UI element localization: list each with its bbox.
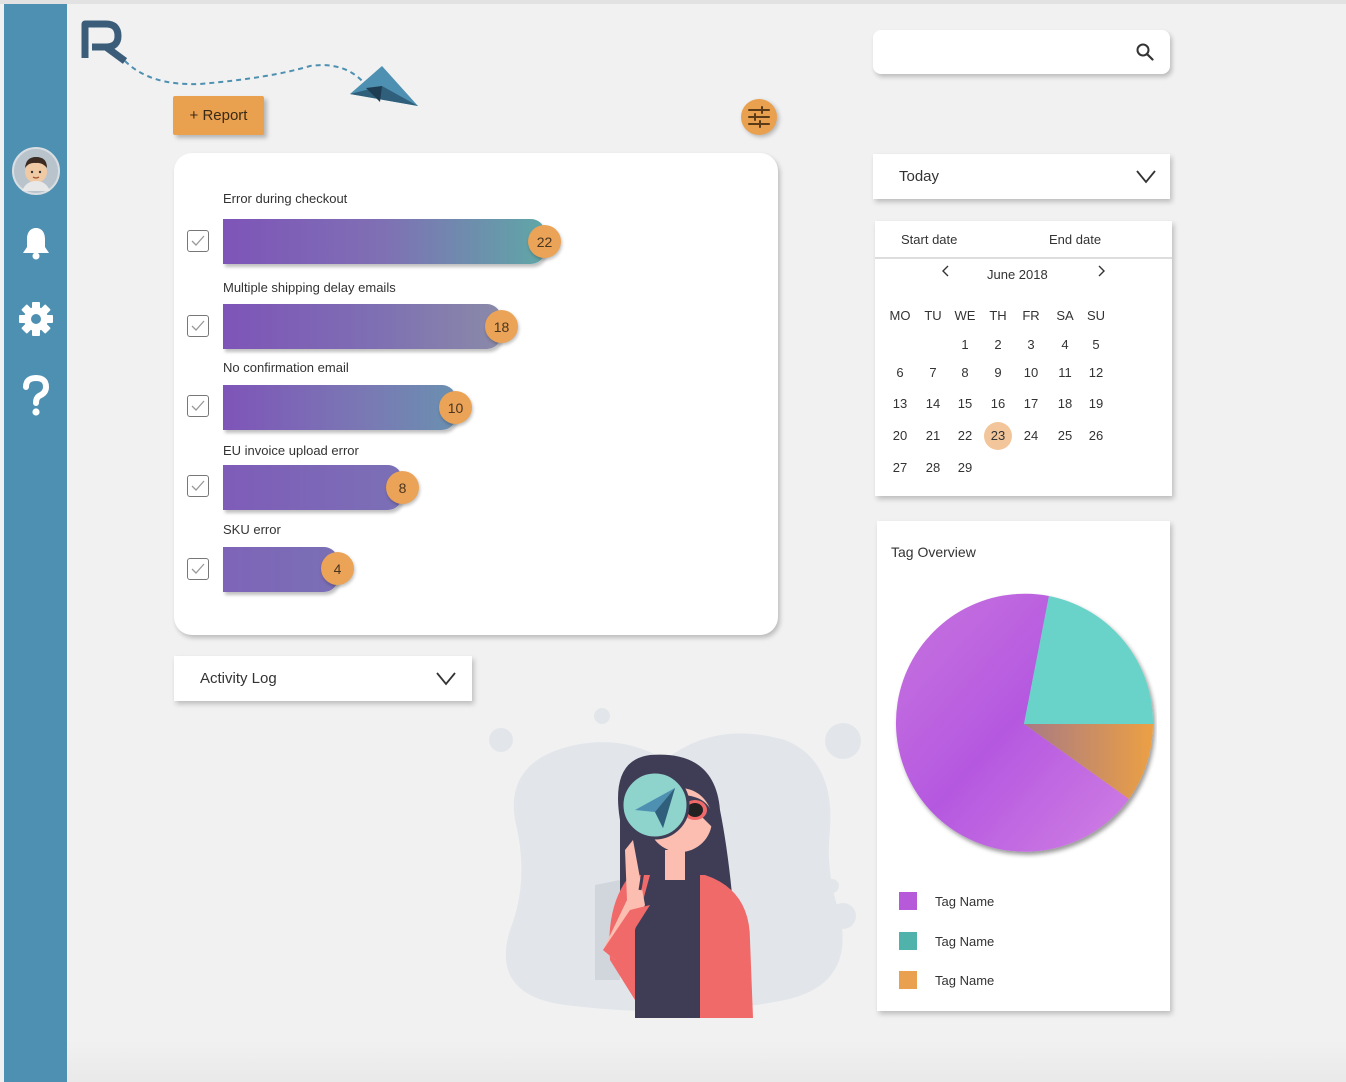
calendar-day[interactable]: 24 xyxy=(1014,423,1048,449)
calendar-weekday: MO xyxy=(889,308,911,323)
calendar-day[interactable]: 22 xyxy=(948,423,982,449)
calendar: Start date End date June 2018 MO TU WE TH FR… xyxy=(875,221,1172,496)
help-icon[interactable] xyxy=(4,375,67,417)
tag-overview-card: Tag Overview Tag Name Tag Name Tag Name xyxy=(877,521,1170,1011)
legend-item: Tag Name xyxy=(899,971,994,989)
end-date-tab[interactable]: End date xyxy=(1049,232,1101,247)
paper-plane-icon xyxy=(350,66,418,106)
issue-checkbox[interactable] xyxy=(187,315,209,337)
legend-item: Tag Name xyxy=(899,892,994,910)
calendar-day[interactable]: 6 xyxy=(883,360,917,386)
calendar-day[interactable]: 13 xyxy=(883,391,917,417)
legend-item: Tag Name xyxy=(899,932,994,950)
calendar-day[interactable]: 4 xyxy=(1048,332,1082,358)
calendar-weekday: TU xyxy=(924,308,942,323)
calendar-weekday: WE xyxy=(954,308,976,323)
check-icon xyxy=(191,400,205,411)
calendar-day[interactable]: 2 xyxy=(981,332,1015,358)
calendar-day[interactable]: 26 xyxy=(1079,423,1113,449)
check-icon xyxy=(191,563,205,574)
calendar-month-label: June 2018 xyxy=(987,267,1048,282)
calendar-day[interactable]: 1 xyxy=(948,332,982,358)
calendar-day[interactable]: 8 xyxy=(948,360,982,386)
calendar-day[interactable]: 15 xyxy=(948,391,982,417)
prev-month-icon[interactable] xyxy=(941,265,951,280)
search-box[interactable] xyxy=(873,30,1170,74)
legend-label: Tag Name xyxy=(935,893,995,909)
calendar-day[interactable]: 19 xyxy=(1079,391,1113,417)
illustration-woman-magnifier xyxy=(485,700,865,1020)
legend-label: Tag Name xyxy=(935,933,995,949)
legend-label: Tag Name xyxy=(935,972,995,988)
calendar-weekday: SA xyxy=(1056,308,1074,323)
calendar-day[interactable]: 28 xyxy=(916,455,950,481)
date-range-select[interactable]: Today xyxy=(873,154,1170,199)
sliders-icon xyxy=(748,106,770,128)
activity-log-label: Activity Log xyxy=(200,670,277,687)
calendar-day[interactable]: 10 xyxy=(1014,360,1048,386)
gear-icon[interactable] xyxy=(4,301,67,337)
calendar-day[interactable]: 5 xyxy=(1079,332,1113,358)
calendar-weekday: FR xyxy=(1022,308,1040,323)
calendar-day[interactable]: 17 xyxy=(1014,391,1048,417)
sidebar xyxy=(4,4,67,1082)
next-month-icon[interactable] xyxy=(1096,265,1106,280)
calendar-day[interactable]: 3 xyxy=(1014,332,1048,358)
issue-bar[interactable] xyxy=(223,385,456,430)
calendar-day[interactable]: 25 xyxy=(1048,423,1082,449)
calendar-day[interactable]: 20 xyxy=(883,423,917,449)
filter-button[interactable] xyxy=(741,99,777,135)
calendar-weekday: TH xyxy=(989,308,1007,323)
calendar-day[interactable]: 12 xyxy=(1079,360,1113,386)
legend-swatch xyxy=(899,932,917,950)
date-range-value: Today xyxy=(899,168,940,185)
issue-label: No confirmation email xyxy=(223,360,349,375)
calendar-day[interactable]: 18 xyxy=(1048,391,1082,417)
issue-count-badge: 4 xyxy=(321,552,354,585)
calendar-day[interactable]: 16 xyxy=(981,391,1015,417)
issue-bar[interactable] xyxy=(223,465,402,510)
check-icon xyxy=(191,320,205,331)
add-report-button[interactable]: + Report xyxy=(173,96,264,135)
issue-checkbox[interactable] xyxy=(187,230,209,252)
calendar-header: Start date End date xyxy=(875,221,1172,259)
calendar-day[interactable]: 27 xyxy=(883,455,917,481)
avatar[interactable] xyxy=(4,147,67,195)
calendar-day[interactable]: 11 xyxy=(1048,360,1082,386)
chevron-down-icon xyxy=(1136,169,1156,183)
issue-label: Error during checkout xyxy=(223,191,348,206)
issue-bar[interactable] xyxy=(223,219,545,264)
search-icon[interactable] xyxy=(1136,43,1154,61)
chevron-down-icon xyxy=(436,671,456,685)
issue-checkbox[interactable] xyxy=(187,395,209,417)
calendar-day[interactable]: 7 xyxy=(916,360,950,386)
calendar-day[interactable]: 23 xyxy=(981,423,1015,449)
tag-overview-title: Tag Overview xyxy=(891,544,976,560)
calendar-day[interactable]: 9 xyxy=(981,360,1015,386)
check-icon xyxy=(191,480,205,491)
tag-pie-chart xyxy=(895,593,1154,852)
page-footer xyxy=(67,1040,1346,1082)
issue-checkbox[interactable] xyxy=(187,475,209,497)
issue-label: Multiple shipping delay emails xyxy=(223,280,396,295)
start-date-tab[interactable]: Start date xyxy=(901,232,957,247)
issue-checkbox[interactable] xyxy=(187,558,209,580)
issue-count-badge: 18 xyxy=(485,310,518,343)
legend-swatch xyxy=(899,971,917,989)
calendar-day[interactable]: 29 xyxy=(948,455,982,481)
bell-icon[interactable] xyxy=(4,226,67,260)
issue-bar[interactable] xyxy=(223,304,501,349)
activity-log-dropdown[interactable]: Activity Log xyxy=(174,656,472,701)
check-icon xyxy=(191,235,205,246)
issue-count-badge: 22 xyxy=(528,225,561,258)
calendar-day[interactable]: 14 xyxy=(916,391,950,417)
legend-swatch xyxy=(899,892,917,910)
calendar-day[interactable]: 21 xyxy=(916,423,950,449)
issue-count-badge: 10 xyxy=(439,391,472,424)
issue-label: EU invoice upload error xyxy=(223,443,359,458)
calendar-weekday: SU xyxy=(1086,308,1106,323)
issue-count-badge: 8 xyxy=(386,471,419,504)
top-border xyxy=(0,0,1346,4)
issue-label: SKU error xyxy=(223,522,281,537)
